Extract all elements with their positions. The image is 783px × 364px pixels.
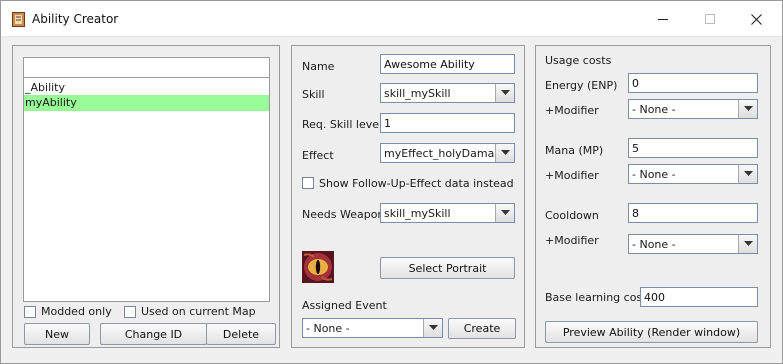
energy-field[interactable] xyxy=(628,73,758,93)
cooldown-modifier-label: +Modifier xyxy=(545,234,599,247)
ability-list[interactable]: _Ability myAbility xyxy=(23,57,270,302)
app-icon xyxy=(12,12,25,27)
chevron-down-icon xyxy=(738,100,757,118)
change-id-button[interactable]: Change ID xyxy=(100,323,207,345)
usage-costs-panel: Usage costs Energy (ENP) +Modifier - Non… xyxy=(535,45,771,348)
ability-details-panel: Name Skill skill_mySkill Req. Skill leve… xyxy=(291,45,525,348)
preview-ability-button[interactable]: Preview Ability (Render window) xyxy=(545,321,758,343)
follow-up-checkbox[interactable] xyxy=(302,177,314,189)
needs-weapon-dropdown-value: skill_mySkill xyxy=(384,207,451,220)
list-item-label: _Ability xyxy=(25,81,65,94)
energy-modifier-dropdown[interactable]: - None - xyxy=(628,99,758,119)
assigned-event-dropdown-value: - None - xyxy=(306,322,350,335)
window-content: _Ability myAbility Modded only Used on c… xyxy=(3,39,780,361)
dragon-eye-portrait-icon[interactable] xyxy=(302,251,334,283)
effect-label: Effect xyxy=(302,149,334,162)
list-item-label: myAbility xyxy=(25,96,77,109)
needs-weapon-label: Needs Weapon xyxy=(302,208,385,221)
needs-weapon-dropdown[interactable]: skill_mySkill xyxy=(380,203,515,223)
mana-field[interactable] xyxy=(628,138,758,158)
skill-label: Skill xyxy=(302,88,325,101)
window-title: Ability Creator xyxy=(32,12,119,26)
skill-dropdown[interactable]: skill_mySkill xyxy=(380,83,515,103)
select-portrait-button[interactable]: Select Portrait xyxy=(380,257,515,279)
cooldown-modifier-dropdown[interactable]: - None - xyxy=(628,234,758,254)
mana-modifier-value: - None - xyxy=(632,168,676,181)
skill-dropdown-value: skill_mySkill xyxy=(384,87,451,100)
close-button[interactable] xyxy=(733,1,779,37)
req-skill-level-field[interactable] xyxy=(380,113,515,133)
usage-costs-label: Usage costs xyxy=(545,54,612,67)
ability-creator-window: Ability Creator _Ability myAbility Modde… xyxy=(0,0,783,364)
chevron-down-icon xyxy=(738,165,757,183)
modded-only-checkbox[interactable] xyxy=(24,306,36,318)
maximize-button[interactable] xyxy=(687,1,733,37)
title-bar: Ability Creator xyxy=(1,1,782,37)
chevron-down-icon xyxy=(495,84,514,102)
cooldown-modifier-value: - None - xyxy=(632,238,676,251)
assigned-event-dropdown[interactable]: - None - xyxy=(302,318,443,338)
effect-dropdown[interactable]: myEffect_holyDamage xyxy=(380,143,515,163)
name-field[interactable] xyxy=(380,54,515,74)
modded-only-label: Modded only xyxy=(41,305,112,318)
mana-modifier-label: +Modifier xyxy=(545,169,599,182)
req-skill-level-label: Req. Skill level xyxy=(302,118,383,131)
minimize-button[interactable] xyxy=(640,1,686,37)
cooldown-label: Cooldown xyxy=(545,209,599,222)
ability-filter-input[interactable] xyxy=(24,58,269,78)
chevron-down-icon xyxy=(495,144,514,162)
base-learning-cost-label: Base learning cost xyxy=(545,291,647,304)
list-item[interactable]: _Ability xyxy=(24,80,269,96)
close-icon xyxy=(750,13,762,25)
energy-modifier-label: +Modifier xyxy=(545,104,599,117)
mana-label: Mana (MP) xyxy=(545,144,604,157)
cooldown-field[interactable] xyxy=(628,203,758,223)
mana-modifier-dropdown[interactable]: - None - xyxy=(628,164,758,184)
chevron-down-icon xyxy=(495,204,514,222)
base-learning-cost-field[interactable] xyxy=(640,287,758,307)
new-button[interactable]: New xyxy=(24,323,90,345)
chevron-down-icon xyxy=(738,235,757,253)
energy-modifier-value: - None - xyxy=(632,103,676,116)
effect-dropdown-value: myEffect_holyDamage xyxy=(384,147,494,160)
used-on-map-label: Used on current Map xyxy=(141,305,256,318)
list-item-selected[interactable]: myAbility xyxy=(24,95,269,111)
follow-up-label: Show Follow-Up-Effect data instead xyxy=(319,177,514,190)
name-label: Name xyxy=(302,60,335,73)
delete-button[interactable]: Delete xyxy=(206,323,276,345)
assigned-event-label: Assigned Event xyxy=(302,299,387,312)
used-on-map-checkbox[interactable] xyxy=(124,306,136,318)
energy-label: Energy (ENP) xyxy=(545,79,618,92)
minimize-icon xyxy=(657,18,668,20)
create-event-button[interactable]: Create xyxy=(448,318,516,339)
chevron-down-icon xyxy=(423,319,442,337)
ability-list-panel: _Ability myAbility Modded only Used on c… xyxy=(12,45,280,348)
maximize-icon xyxy=(704,13,715,24)
